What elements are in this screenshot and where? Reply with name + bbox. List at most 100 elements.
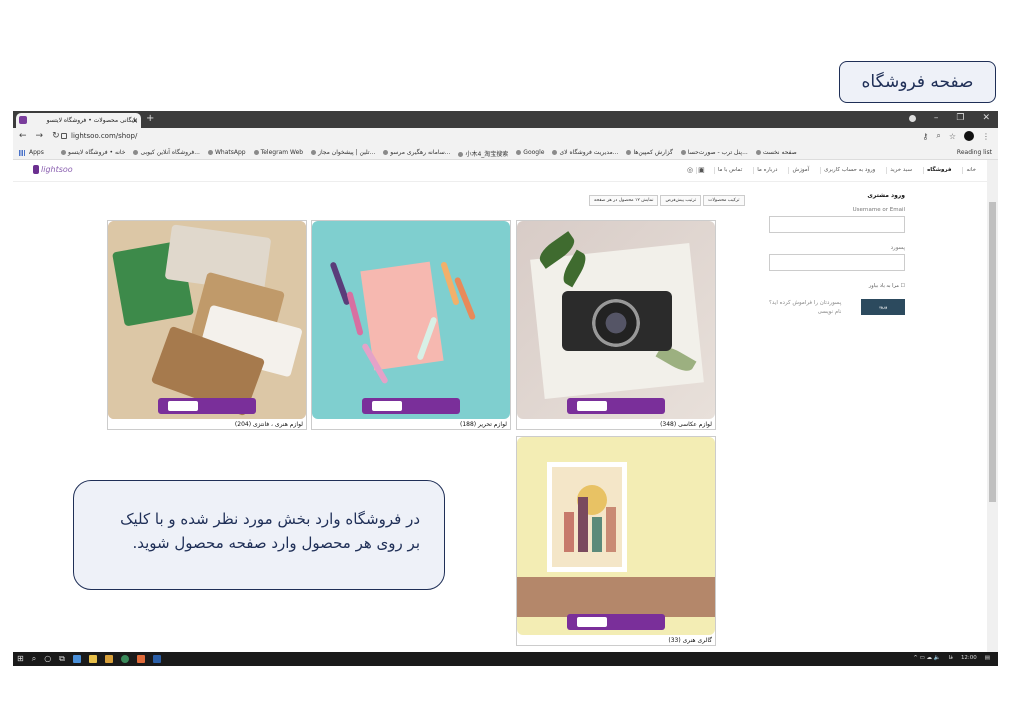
language-indicator[interactable]: فا [949,655,953,661]
product-image[interactable] [517,437,715,635]
browser-toolbar: ← → ↻ lightsoo.com/shop/ ⚷ ⌕ ☆ ⋮ [13,128,998,146]
bookmark-item[interactable]: گزارش کمپین‌ها [626,149,672,158]
bookmark-item[interactable]: 小木4_淘宝搜索 [458,149,508,158]
forgot-password-link[interactable]: پسوردتان را فراموش کرده اید؟ [769,299,841,308]
apps-grid-icon [19,149,25,156]
reading-list[interactable]: Reading list [957,149,992,156]
menu-item-about[interactable]: درباره ما [753,167,780,174]
login-title: ورود مشتری [867,192,905,199]
store-icon[interactable] [104,655,113,663]
remember-me-checkbox[interactable]: ☐ مرا به یاد بیاور [755,283,905,289]
product-label[interactable]: گالری هنری (33) [517,635,715,645]
bookmark-item[interactable]: سامانه رهگیری مرسو... [383,149,450,158]
maximize-icon[interactable]: ❐ [956,113,964,123]
close-tab-icon[interactable]: ✕ [132,117,138,125]
login-button[interactable]: ورود [861,299,905,315]
site-logo[interactable]: lightsoo [33,165,73,174]
product-label[interactable]: لوازم هنری ، فانتزی (204) [108,419,306,429]
new-tab-icon[interactable]: + [146,113,154,124]
main-menu: خانه فروشگاه سبد خرید ورود به حساب کاربر… [695,167,979,174]
minimize-icon[interactable]: – [934,113,939,123]
product-label[interactable]: لوازم عکاسی (348) [517,419,715,429]
per-page-select[interactable]: نمایش ۱۲ محصول در هر صفحه [589,195,659,206]
bookmark-item[interactable]: WhatsApp [208,149,246,158]
cortana-icon[interactable]: ○ [44,654,51,664]
sort-label[interactable]: ترکیب محصولات [703,195,745,206]
bookmarks-bar: Apps خانه • فروشگاه لایتسو فروشگاه آنلای… [13,146,998,160]
star-icon[interactable]: ☆ [949,132,956,141]
profile-dot-icon[interactable] [908,115,916,122]
zoom-icon[interactable]: ⌕ [936,131,940,141]
password-label: پسورد [890,245,905,251]
firefox-icon[interactable] [136,655,145,663]
app-icon[interactable] [72,655,81,663]
word-icon[interactable] [152,655,161,663]
windows-start-icon[interactable]: ⊞ [17,654,24,664]
menu-item-contact[interactable]: تماس با ما [713,167,745,174]
task-view-icon[interactable]: ⧉ [59,654,65,664]
reload-icon[interactable]: ↻ [52,131,60,141]
bookmark-list: خانه • فروشگاه لایتسو فروشگاه آنلاین کیو… [61,149,797,158]
bookmark-item[interactable]: فروشگاه آنلاین کیوبی... [133,149,200,158]
bookmark-item[interactable]: پنل ترب - صورت‌حسا... [681,149,748,158]
menu-item-shop[interactable]: فروشگاه [923,167,954,174]
windows-taskbar: ⊞ ⌕ ○ ⧉ ^ ▭ ☁ 🔈 فا 12:00 ▤ [13,652,998,666]
chrome-icon[interactable] [120,655,129,663]
page-scrollbar[interactable] [987,160,998,652]
product-image[interactable] [108,221,306,419]
menu-dots-icon[interactable]: ⋮ [982,132,990,141]
clock[interactable]: 12:00 [961,655,977,661]
scroll-thumb[interactable] [989,202,996,502]
callout-line: در فروشگاه وارد بخش مورد نظر شده و با کل… [120,510,420,528]
search-icon[interactable]: ⌕ [695,167,706,174]
forward-icon[interactable]: → [36,131,44,141]
tab-bar: بایگانی محصولات • فروشگاه لایتسو ✕ + – ❐… [13,111,998,128]
username-field[interactable] [769,216,905,233]
product-label[interactable]: لوازم تحریر (188) [312,419,510,429]
username-label: Username or Email [852,207,905,213]
login-widget: ورود مشتری Username or Email پسورد ☐ مرا… [755,192,905,317]
lock-icon [61,133,67,139]
logo-mark-icon [33,165,39,174]
address-bar[interactable]: lightsoo.com/shop/ [71,132,137,140]
back-icon[interactable]: ← [19,131,27,141]
notification-icon[interactable]: ▤ [985,655,990,661]
instruction-callout: در فروشگاه وارد بخش مورد نظر شده و با کل… [73,480,445,590]
product-card-art-supplies[interactable]: لوازم هنری ، فانتزی (204) [107,220,307,430]
bookmark-item[interactable]: صفحه نخست [756,149,797,158]
sort-order-select[interactable]: ترتیب پیش‌فرض [660,195,702,206]
callout-line: بر روی هر محصول وارد صفحه محصول شوید. [132,534,420,552]
favicon-icon [19,116,27,124]
key-icon[interactable]: ⚷ [922,132,928,141]
product-card-photography[interactable]: لوازم عکاسی (348) [516,220,716,430]
product-image[interactable] [312,221,510,419]
whatsapp-icon[interactable]: ◎ [687,166,693,174]
browser-tab[interactable]: بایگانی محصولات • فروشگاه لایتسو ✕ [16,113,141,128]
slide-title: صفحه فروشگاه [839,61,996,103]
window-controls: – ❐ ✕ [908,113,990,123]
site-header: lightsoo ◎ ▣ خانه فروشگاه سبد خرید ورود … [13,160,987,182]
register-link[interactable]: نام نویسی [769,308,842,317]
folder-icon[interactable] [88,655,97,663]
search-icon[interactable]: ⌕ [32,654,36,664]
menu-item-tutorial[interactable]: آموزش [788,167,812,174]
slide: صفحه فروشگاه بایگانی محصولات • فروشگاه ل… [0,0,1030,728]
bookmark-item[interactable]: تلین | پیشخوان مجاز... [311,149,375,158]
product-card-art-gallery[interactable]: گالری هنری (33) [516,436,716,646]
close-window-icon[interactable]: ✕ [982,113,990,123]
tab-title: بایگانی محصولات • فروشگاه لایتسو [46,117,137,124]
password-field[interactable] [769,254,905,271]
bookmark-item[interactable]: مدیریت فروشگاه لای... [552,149,618,158]
product-card-stationery[interactable]: لوازم تحریر (188) [311,220,511,430]
avatar[interactable] [964,131,974,141]
menu-item-cart[interactable]: سبد خرید [886,167,915,174]
bookmark-item[interactable]: خانه • فروشگاه لایتسو [61,149,125,158]
tray-icons[interactable]: ^ ▭ ☁ 🔈 [913,655,940,661]
bookmark-item[interactable]: Google [516,149,544,158]
bookmark-item[interactable]: Telegram Web [254,149,303,158]
menu-item-home[interactable]: خانه [962,167,979,174]
product-image[interactable] [517,221,715,419]
menu-item-account[interactable]: ورود به حساب کاربری [820,167,878,174]
sort-bar: ترکیب محصولات ترتیب پیش‌فرض نمایش ۱۲ محص… [589,195,745,206]
apps-bookmark[interactable]: Apps [19,149,44,156]
